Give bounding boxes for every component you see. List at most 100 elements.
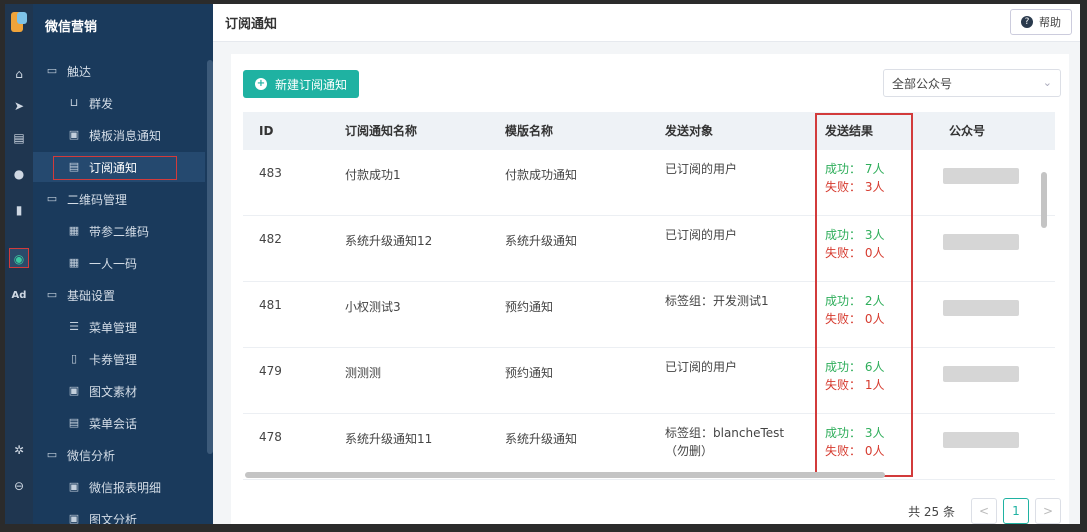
sidebar-item-label: 图文素材 [89,384,138,399]
next-page-button[interactable]: > [1035,498,1061,524]
main-area: 订阅通知 ? 帮助 + 新建订阅通知 全部公众号 ⌄ ID 订阅通知名称 模版名… [213,4,1080,524]
sidebar-item[interactable]: ▣ 图文分析 [33,504,205,525]
sidebar: 微信营销 ▭ 触达 ⊔ 群发 ▣ 模板消息通知 ▤ 订阅通知 ▭ 二维码管理 ▦ 带参二维码 ▦ 一人一码… [33,4,213,524]
result-column-highlight [815,113,913,477]
table-row[interactable]: 482 系统升级通知12 系统升级通知 已订阅的用户 成功： 3人 失败： 0人 [243,216,1055,282]
sidebar-item[interactable]: ▣ 微信报表明细 [33,472,205,502]
account-select[interactable]: 全部公众号 ⌄ [883,69,1061,97]
blurred-account-name [943,300,1019,316]
sidebar-item-label: 基础设置 [67,288,116,303]
sidebar-item-label: 微信报表明细 [89,480,162,495]
collapse-icon[interactable]: ⊖ [9,476,29,496]
sidebar-item[interactable]: ☰ 菜单管理 [33,312,205,342]
article-icon: ▣ [68,384,80,397]
template-icon: ▣ [68,128,80,141]
cell-id: 482 [259,232,282,246]
sidebar-item[interactable]: ▣ 模板消息通知 [33,120,205,150]
blurred-account-name [943,168,1019,184]
app-window: ⌂ ➤ ▤ ● ▮ ◉ Ad ✲ ⊖ 微信营销 ▭ 触达 ⊔ 群发 ▣ 模板消息通知 ▤ 订阅… [5,4,1080,524]
chat-icon: ▤ [68,416,80,429]
icon-rail: ⌂ ➤ ▤ ● ▮ ◉ Ad ✲ ⊖ [5,4,33,524]
chevron-down-icon: ⌄ [1042,76,1052,89]
cell-template: 系统升级通知 [505,432,578,446]
table-row[interactable]: 478 系统升级通知11 系统升级通知 标签组：blancheTest （勿删） 成功： … [243,414,1055,480]
sidebar-item[interactable]: ▦ 带参二维码 [33,216,205,246]
help-button[interactable]: ? 帮助 [1010,9,1072,35]
account-select-value: 全部公众号 [892,76,953,91]
help-icon: ? [1021,16,1033,28]
broadcast-icon: ⊔ [69,96,79,109]
article-icon: ▣ [68,512,80,525]
cell-name: 测测测 [345,366,382,380]
send-icon[interactable]: ➤ [9,96,29,116]
table-row[interactable]: 483 付款成功1 付款成功通知 已订阅的用户 成功： 7人 失败： 3人 [243,150,1055,216]
sidebar-item-label: 菜单会话 [89,416,138,431]
sidebar-item-label: 卡券管理 [89,352,138,367]
cell-name: 小权测试3 [345,300,401,314]
page-1-button[interactable]: 1 [1003,498,1029,524]
cell-target: 已订阅的用户 [665,228,738,242]
sidebar-item[interactable]: ▯ 卡券管理 [33,344,205,374]
blurred-account-name [943,432,1019,448]
cell-id: 481 [259,298,282,312]
table-vscrollbar[interactable] [1041,172,1047,228]
menu-list-icon: ☰ [69,320,79,333]
sidebar-item-label: 图文分析 [89,512,138,525]
new-subscription-button[interactable]: + 新建订阅通知 [243,70,360,98]
sidebar-item[interactable]: ▭ 触达 [33,56,205,86]
sidebar-item-label: 一人一码 [89,256,138,271]
cell-target: 已订阅的用户 [665,162,738,176]
cell-target: 标签组：开发测试1 [665,294,769,308]
logo-icon [11,12,27,32]
cell-target: 已订阅的用户 [665,360,738,374]
home-icon[interactable]: ⌂ [9,64,29,84]
sidebar-item[interactable]: ⊔ 群发 [33,88,205,118]
layout-icon[interactable]: ▤ [9,128,29,148]
sidebar-item-label: 二维码管理 [67,192,128,207]
sidebar-item-label: 菜单管理 [89,320,138,335]
col-account: 公众号 [949,124,986,138]
blurred-account-name [943,366,1019,382]
cell-id: 479 [259,364,282,378]
folder-icon: ▭ [46,192,58,205]
sidebar-item[interactable]: ▦ 一人一码 [33,248,205,278]
folder-icon: ▭ [46,288,58,301]
cell-template: 系统升级通知 [505,234,578,248]
col-name: 订阅通知名称 [345,124,418,138]
folder-icon: ▭ [46,64,58,77]
sidebar-brand: 微信营销 [45,20,98,35]
settings-icon[interactable]: ✲ [9,440,29,460]
cell-id: 483 [259,166,282,180]
card-icon: ▯ [70,352,78,365]
sidebar-item[interactable]: ▤ 菜单会话 [33,408,205,438]
col-id: ID [259,124,274,138]
sidebar-item[interactable]: ▭ 基础设置 [33,280,205,310]
col-template: 模版名称 [505,124,554,138]
sidebar-item[interactable]: ▭ 二维码管理 [33,184,205,214]
sidebar-item[interactable]: ▭ 微信分析 [33,440,205,470]
table-hscrollbar[interactable] [245,472,885,478]
wechat-icon[interactable]: ◉ [9,248,29,268]
sidebar-item-label: 群发 [89,96,114,111]
chart-icon[interactable]: ▮ [9,200,29,220]
cell-template: 预约通知 [505,300,554,314]
user-icon[interactable]: ● [9,164,29,184]
pagination-total: 共 25 条 [908,504,955,519]
content-card: + 新建订阅通知 全部公众号 ⌄ ID 订阅通知名称 模版名称 发送对象 发送结… [231,54,1069,524]
sidebar-item[interactable]: ▤ 订阅通知 [33,152,205,182]
col-target: 发送对象 [665,124,714,138]
topbar: 订阅通知 ? 帮助 [213,4,1080,42]
prev-page-button[interactable]: < [971,498,997,524]
sidebar-item[interactable]: ▣ 图文素材 [33,376,205,406]
blurred-account-name [943,234,1019,250]
active-item-highlight [53,156,177,180]
ad-icon[interactable]: Ad [9,286,29,306]
report-icon: ▣ [68,480,80,493]
cell-name: 系统升级通知11 [345,432,433,446]
qrcode-icon: ▦ [68,224,80,237]
table-row[interactable]: 479 测测测 预约通知 已订阅的用户 成功： 6人 失败： 1人 [243,348,1055,414]
cell-target: 标签组：blancheTest [665,426,785,440]
qrcode-icon: ▦ [68,256,80,269]
sidebar-item-label: 微信分析 [67,448,116,463]
table-row[interactable]: 481 小权测试3 预约通知 标签组：开发测试1 成功： 2人 失败： 0人 [243,282,1055,348]
